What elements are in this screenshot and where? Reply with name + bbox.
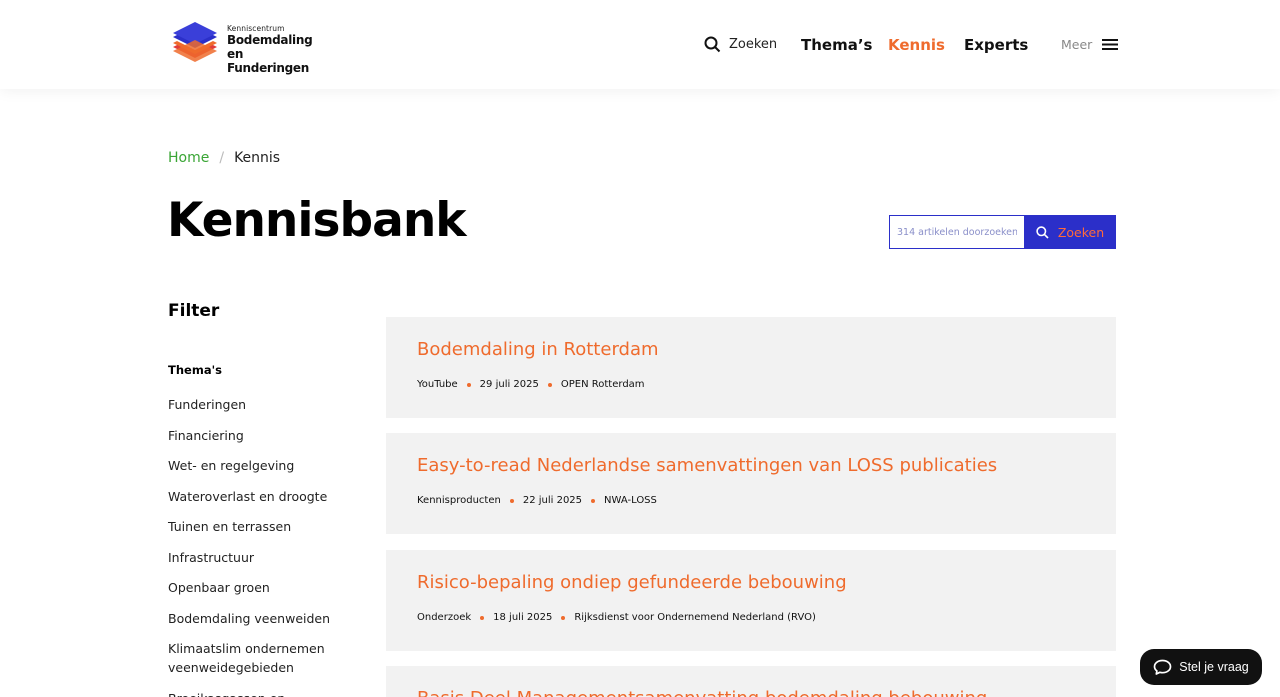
kennisbank-search: Zoeken [889, 215, 1116, 249]
filter-item-wet-en-regelgeving[interactable]: Wet- en regelgeving [168, 456, 358, 475]
chat-ask-question-button[interactable]: Stel je vraag [1140, 649, 1262, 685]
article-meta: Onderzoek 18 juli 2025 Rijksdienst voor … [417, 612, 816, 623]
filter-item-financiering[interactable]: Financiering [168, 426, 358, 445]
breadcrumb-current: Kennis [234, 150, 281, 166]
search-submit-button[interactable]: Zoeken [1024, 215, 1116, 249]
article-date: 22 juli 2025 [522, 495, 583, 506]
chat-button-label: Stel je vraag [1179, 660, 1249, 674]
filter-item-broeikasgassen[interactable]: Broeikasgassen en veenoxidatie [168, 689, 358, 697]
breadcrumb: Home / Kennis [168, 150, 280, 166]
filter-title: Filter [168, 301, 220, 321]
article-type: Kennisproducten [417, 495, 501, 506]
filter-item-tuinen[interactable]: Tuinen en terrassen [168, 517, 358, 536]
nav-search-label: Zoeken [729, 37, 778, 52]
nav-item-kennis[interactable]: Kennis [888, 0, 945, 89]
article-source: OPEN Rotterdam [560, 379, 645, 390]
article-title[interactable]: Risico-bepaling ondiep gefundeerde bebou… [417, 572, 847, 593]
article-meta: Kennisproducten 22 juli 2025 NWA-LOSS [417, 495, 657, 506]
search-input[interactable] [889, 215, 1024, 249]
article-card[interactable]: Easy-to-read Nederlandse samenvattingen … [386, 433, 1116, 534]
article-title[interactable]: Bodemdaling in Rotterdam [417, 339, 659, 360]
logo-line2: en Funderingen [227, 47, 309, 75]
logo-mark-icon [173, 22, 217, 62]
article-type: Onderzoek [417, 612, 472, 623]
filter-item-klimaatslim[interactable]: Klimaatslim ondernemen veenweidegebieden [168, 639, 358, 677]
breadcrumb-home-link[interactable]: Home [168, 150, 209, 166]
article-type: YouTube [417, 379, 458, 390]
filter-group-title: Thema's [168, 363, 222, 377]
meta-separator-dot [480, 615, 485, 620]
site-header: Kenniscentrum Bodemdaling en Funderingen… [0, 0, 1280, 89]
article-date: 29 juli 2025 [479, 379, 539, 390]
article-source: Rijksdienst voor Ondernemend Nederland (… [574, 612, 816, 623]
meta-separator-dot [591, 498, 596, 503]
meta-separator-dot [561, 615, 566, 620]
breadcrumb-separator: / [219, 150, 225, 166]
search-button-label: Zoeken [1057, 224, 1105, 240]
logo-line1: Bodemdaling [227, 33, 313, 47]
meta-separator-dot [466, 382, 471, 387]
nav-item-themas[interactable]: Thema’s [801, 0, 872, 89]
article-card[interactable]: Basis Deel Managementsamenvatting bodemd… [386, 666, 1116, 697]
filter-item-wateroverlast[interactable]: Wateroverlast en droogte [168, 487, 358, 506]
chat-bubble-icon [1153, 659, 1172, 675]
nav-themas-label: Thema’s [801, 35, 873, 54]
filter-item-bodemdaling-veenweiden[interactable]: Bodemdaling veenweiden [168, 609, 358, 628]
nav-kennis-label: Kennis [888, 35, 945, 54]
hamburger-menu-icon [1102, 39, 1119, 50]
search-icon [704, 36, 721, 53]
nav-experts-label: Experts [964, 35, 1029, 54]
article-date: 18 juli 2025 [493, 612, 553, 623]
nav-search-button[interactable]: Zoeken [704, 0, 777, 89]
site-logo[interactable]: Kenniscentrum Bodemdaling en Funderingen [171, 20, 321, 75]
filter-item-openbaar-groen[interactable]: Openbaar groen [168, 578, 358, 597]
filter-item-infrastructuur[interactable]: Infrastructuur [168, 548, 358, 567]
article-title[interactable]: Basis Deel Managementsamenvatting bodemd… [417, 688, 987, 697]
nav-item-experts[interactable]: Experts [964, 0, 1028, 89]
meta-separator-dot [547, 382, 552, 387]
article-card[interactable]: Risico-bepaling ondiep gefundeerde bebou… [386, 550, 1116, 651]
nav-meer-menu-button[interactable]: Meer [1061, 0, 1119, 89]
article-title[interactable]: Easy-to-read Nederlandse samenvattingen … [417, 455, 997, 476]
article-card[interactable]: Bodemdaling in Rotterdam YouTube 29 juli… [386, 317, 1116, 418]
article-source: NWA-LOSS [604, 495, 657, 506]
filter-item-funderingen[interactable]: Funderingen [168, 395, 358, 414]
logo-small-text: Kenniscentrum [227, 24, 285, 33]
article-meta: YouTube 29 juli 2025 OPEN Rotterdam [417, 379, 645, 390]
search-icon [1036, 225, 1049, 239]
nav-meer-label: Meer [1061, 37, 1093, 52]
page-title: Kennisbank [167, 193, 467, 248]
meta-separator-dot [509, 498, 514, 503]
